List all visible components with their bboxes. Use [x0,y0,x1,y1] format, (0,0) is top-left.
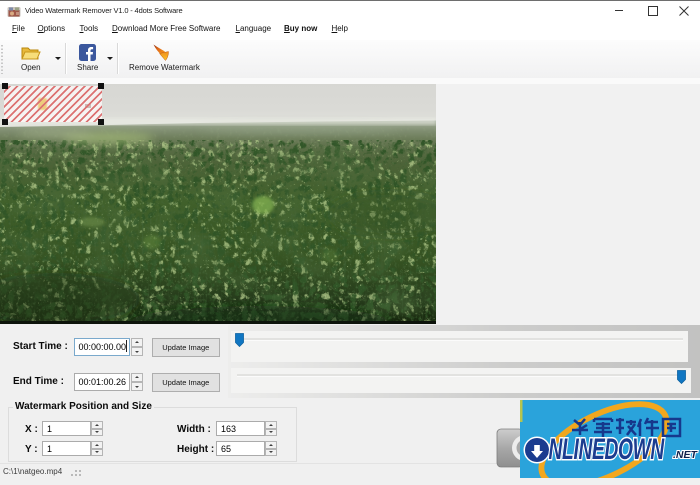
svg-text:.NET: .NET [673,449,699,461]
svg-text:NLINEDOWN: NLINEDOWN [549,433,665,466]
